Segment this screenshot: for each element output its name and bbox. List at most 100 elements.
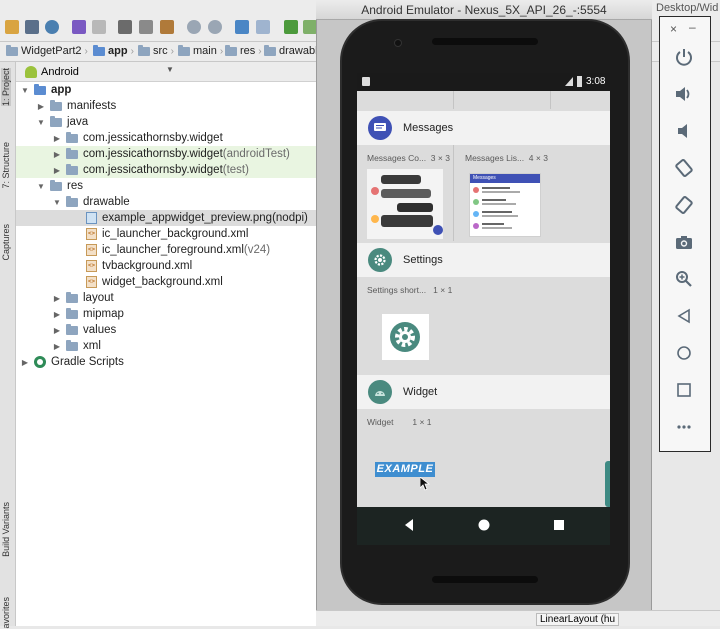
close-icon[interactable]: × (670, 22, 677, 36)
overview-icon[interactable] (671, 377, 697, 403)
back-icon[interactable] (671, 303, 697, 329)
divider (453, 145, 454, 241)
collapse-arrow-icon: ▶ (53, 341, 61, 351)
avatar (371, 215, 379, 223)
component-tree-item[interactable]: LinearLayout (hu (536, 613, 620, 626)
chat-bubble (397, 203, 433, 212)
tree-item-package-test[interactable]: ▶ com.jessicathornsby.widget (test) (16, 162, 316, 178)
widget-label: Settings short... 1 × 1 (367, 285, 452, 295)
section-header-settings: Settings (357, 243, 610, 277)
tree-item-ic-launcher-background[interactable]: <> ic_launcher_background.xml (16, 226, 316, 242)
breadcrumb-item[interactable]: app › (93, 44, 134, 57)
tab-structure[interactable]: 7: Structure (1, 142, 11, 189)
tree-label: com.jessicathornsby.widget (83, 164, 223, 176)
tab-captures[interactable]: Captures (1, 224, 11, 261)
tree-item-java[interactable]: ▼ java (16, 114, 316, 130)
build-hammer-icon[interactable] (284, 20, 298, 34)
page-edge (605, 461, 610, 507)
tab-project[interactable]: 1: Project (1, 68, 11, 107)
tree-item-package[interactable]: ▶ com.jessicathornsby.widget (16, 130, 316, 146)
tree-item-manifests[interactable]: ▶ manifests (16, 98, 316, 114)
project-view-label: Android (41, 66, 79, 78)
rotate-left-icon[interactable] (671, 155, 697, 181)
android-status-bar: 3:08 (357, 73, 610, 91)
rotate-right-icon[interactable] (671, 192, 697, 218)
breadcrumb-label: drawabl (279, 45, 318, 57)
home-icon[interactable] (671, 340, 697, 366)
divider (550, 91, 551, 109)
save-icon[interactable] (25, 20, 39, 34)
tree-item-tvbackground[interactable]: <> tvbackground.xml (16, 258, 316, 274)
chevron-down-icon: ▼ (166, 65, 174, 74)
top-speaker-grille (432, 38, 538, 45)
tree-item-gradle-scripts[interactable]: ▶ Gradle Scripts (16, 354, 316, 370)
compose-fab-icon (433, 225, 443, 235)
camera-icon[interactable] (671, 229, 697, 255)
breadcrumb-label: WidgetPart2 (21, 45, 82, 57)
volume-down-icon[interactable] (671, 118, 697, 144)
avatar (473, 223, 479, 229)
notification-icon (362, 77, 370, 86)
example-widget-preview[interactable]: EXAMPLE (375, 462, 435, 477)
zoom-icon[interactable] (671, 266, 697, 292)
undo-icon[interactable] (72, 20, 86, 34)
tree-label: xml (83, 340, 101, 352)
tree-label: java (67, 116, 89, 128)
widget-name: Messages Co... (367, 153, 427, 163)
breadcrumb-item[interactable]: drawabl (264, 44, 318, 57)
list-line (482, 199, 506, 201)
redo-icon[interactable] (92, 20, 106, 34)
volume-up-icon[interactable] (671, 81, 697, 107)
tree-item-app[interactable]: ▼ app (16, 82, 316, 98)
find-icon[interactable] (187, 20, 201, 34)
sync-icon[interactable] (45, 20, 59, 34)
project-view-selector[interactable]: Android ▼ (16, 62, 316, 82)
back-icon[interactable] (403, 518, 415, 532)
cut-icon[interactable] (118, 20, 132, 34)
tab-favorites[interactable]: avorites (1, 597, 11, 629)
section-title: Settings (403, 254, 443, 266)
tree-label: ic_launcher_background.xml (102, 228, 249, 240)
tab-build-variants[interactable]: Build Variants (1, 502, 11, 557)
app-config-icon[interactable] (303, 20, 317, 34)
breadcrumb-item[interactable]: res › (225, 44, 262, 57)
tree-label: mipmap (83, 308, 124, 320)
folder-icon (6, 44, 18, 56)
tree-item-example-preview[interactable]: example_appwidget_preview.png (nodpi) (16, 210, 316, 226)
replace-icon[interactable] (208, 20, 222, 34)
avatar (371, 187, 379, 195)
widget-name: Messages Lis... (465, 153, 525, 163)
power-icon[interactable] (671, 44, 697, 70)
tree-item-widget-background[interactable]: <> widget_background.xml (16, 274, 316, 290)
messages-conversation-preview[interactable] (367, 169, 443, 239)
tree-item-values[interactable]: ▶ values (16, 322, 316, 338)
tree-item-res[interactable]: ▼ res (16, 178, 316, 194)
tree-item-layout[interactable]: ▶ layout (16, 290, 316, 306)
image-file-icon (86, 212, 97, 224)
home-icon[interactable] (477, 518, 491, 532)
expand-arrow-icon: ▼ (53, 197, 61, 207)
forward-nav-icon[interactable] (256, 20, 270, 34)
open-folder-icon[interactable] (5, 20, 19, 34)
overview-icon[interactable] (553, 518, 565, 532)
tree-item-package-androidtest[interactable]: ▶ com.jessicathornsby.widget (androidTest… (16, 146, 316, 162)
tree-item-xml[interactable]: ▶ xml (16, 338, 316, 354)
tree-item-drawable[interactable]: ▼ drawable (16, 194, 316, 210)
minimize-icon[interactable]: – (689, 20, 696, 34)
breadcrumb-label: main (193, 45, 217, 57)
tree-label: res (67, 180, 83, 192)
messages-list-preview[interactable]: Messages (469, 173, 541, 237)
breadcrumb-item[interactable]: main › (178, 44, 224, 57)
tree-item-ic-launcher-foreground[interactable]: <> ic_launcher_foreground.xml (v24) (16, 242, 316, 258)
breadcrumb-item[interactable]: WidgetPart2 › (6, 44, 88, 57)
tree-item-mipmap[interactable]: ▶ mipmap (16, 306, 316, 322)
copy-icon[interactable] (139, 20, 153, 34)
breadcrumb-item[interactable]: src › (138, 44, 174, 57)
chevron-right-icon: › (219, 45, 224, 57)
settings-shortcut-preview[interactable] (382, 314, 429, 360)
back-nav-icon[interactable] (235, 20, 249, 34)
tree-label: com.jessicathornsby.widget (83, 132, 223, 144)
paste-icon[interactable] (160, 20, 174, 34)
folder-icon (264, 44, 276, 56)
more-icon[interactable] (671, 414, 697, 440)
